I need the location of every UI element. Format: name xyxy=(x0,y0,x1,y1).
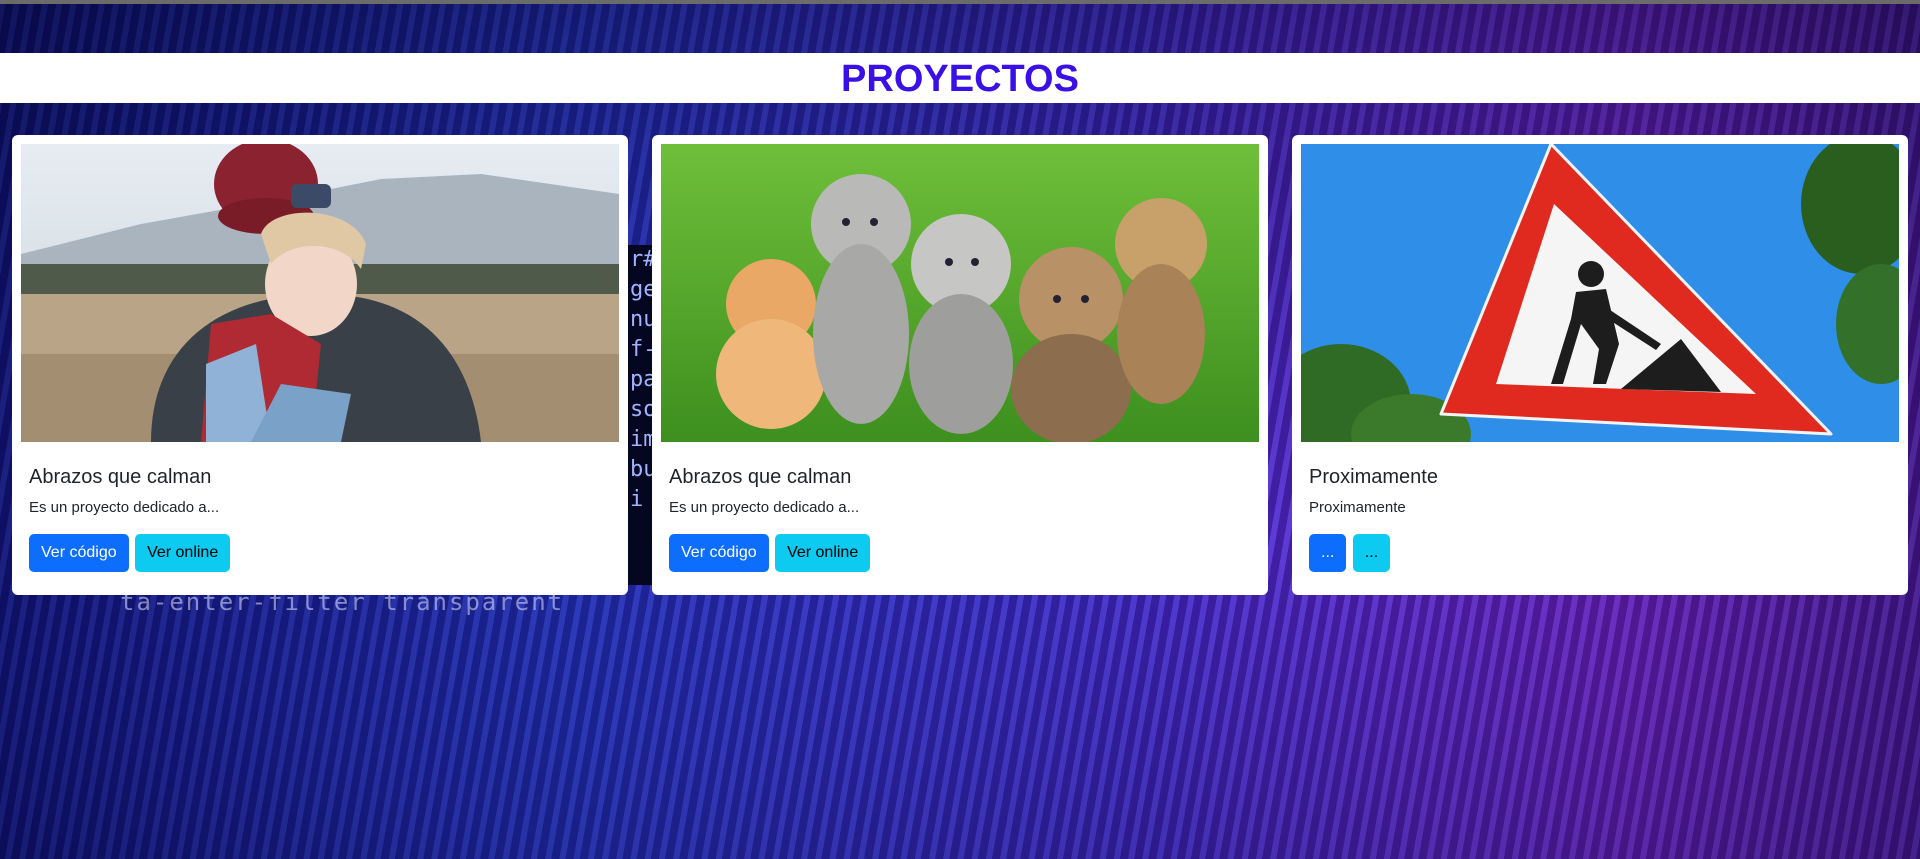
view-code-button[interactable]: Ver código xyxy=(669,534,769,572)
card-title: Abrazos que calman xyxy=(669,466,852,488)
project-card: Proximamente Proximamente ... ... xyxy=(1292,135,1908,595)
view-code-button[interactable]: Ver código xyxy=(29,534,129,572)
card-text: Proximamente xyxy=(1309,499,1406,516)
page-title: PROYECTOS xyxy=(841,58,1079,100)
project-card: Abrazos que calman Es un proyecto dedica… xyxy=(12,135,628,595)
card-text: Es un proyecto dedicado a... xyxy=(669,499,860,516)
card-title: Abrazos que calman xyxy=(29,466,212,488)
card-title: Proximamente xyxy=(1309,466,1438,488)
project-image-kittens xyxy=(661,144,1259,442)
project-card: Abrazos que calman Es un proyecto dedica… xyxy=(652,135,1268,595)
card-text: Es un proyecto dedicado a... xyxy=(29,499,220,516)
card-body: Proximamente Proximamente ... ... xyxy=(1301,442,1899,572)
placeholder-button-2[interactable]: ... xyxy=(1352,534,1391,572)
card-body: Abrazos que calman Es un proyecto dedica… xyxy=(21,442,619,572)
placeholder-button-1[interactable]: ... xyxy=(1309,534,1347,572)
top-border xyxy=(0,0,1920,4)
card-body: Abrazos que calman Es un proyecto dedica… xyxy=(661,442,1259,572)
view-online-button[interactable]: Ver online xyxy=(135,534,231,572)
project-image-road-work-sign xyxy=(1301,144,1899,442)
project-image-child-hug xyxy=(21,144,619,442)
section-banner: PROYECTOS xyxy=(0,53,1920,103)
view-online-button[interactable]: Ver online xyxy=(775,534,871,572)
